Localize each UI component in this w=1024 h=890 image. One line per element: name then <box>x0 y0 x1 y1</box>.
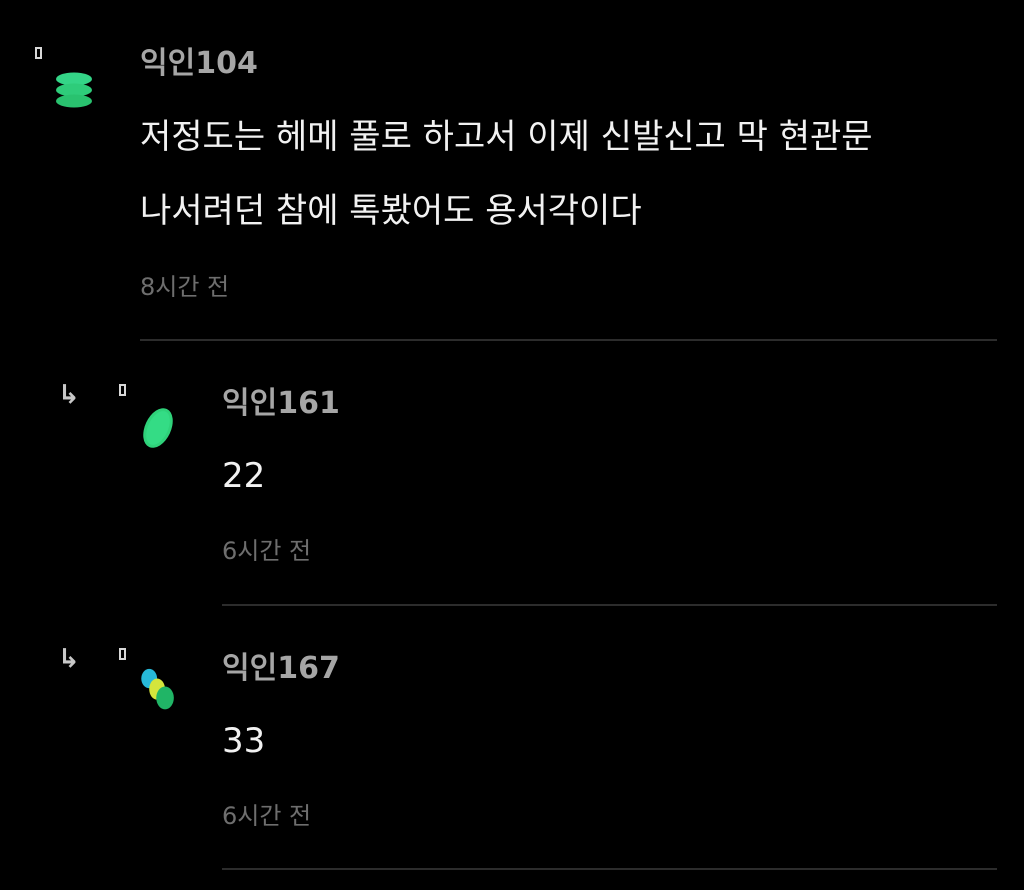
comment-author[interactable]: 익인161 <box>222 386 340 422</box>
comment-timestamp: 6시간 전 <box>222 802 312 830</box>
comment-author[interactable]: 익인167 <box>222 651 340 687</box>
green-stacked-ovals-icon <box>56 72 92 108</box>
divider <box>222 604 997 606</box>
divider <box>222 868 997 870</box>
comment-body-line: 22 <box>222 456 266 496</box>
comment-body-line: 저정도는 헤메 풀로 하고서 이제 신발신고 막 현관문 <box>140 117 873 157</box>
comment-timestamp: 6시간 전 <box>222 537 312 565</box>
comment-body-line: 나서려던 참에 톡봤어도 용서각이다 <box>140 191 642 231</box>
comment-marker-icon <box>119 384 126 396</box>
comment-marker-icon <box>35 47 42 59</box>
green-oval-icon <box>143 408 173 448</box>
reply-arrow-icon: ↳ <box>58 380 80 410</box>
divider <box>140 339 997 341</box>
blue-yellow-green-circles-icon <box>141 668 174 710</box>
comment-timestamp: 8시간 전 <box>140 273 230 301</box>
comment-body-line: 33 <box>222 721 266 761</box>
comment-marker-icon <box>119 648 126 660</box>
reply-arrow-icon: ↳ <box>58 644 80 674</box>
comment-author[interactable]: 익인104 <box>140 46 258 82</box>
